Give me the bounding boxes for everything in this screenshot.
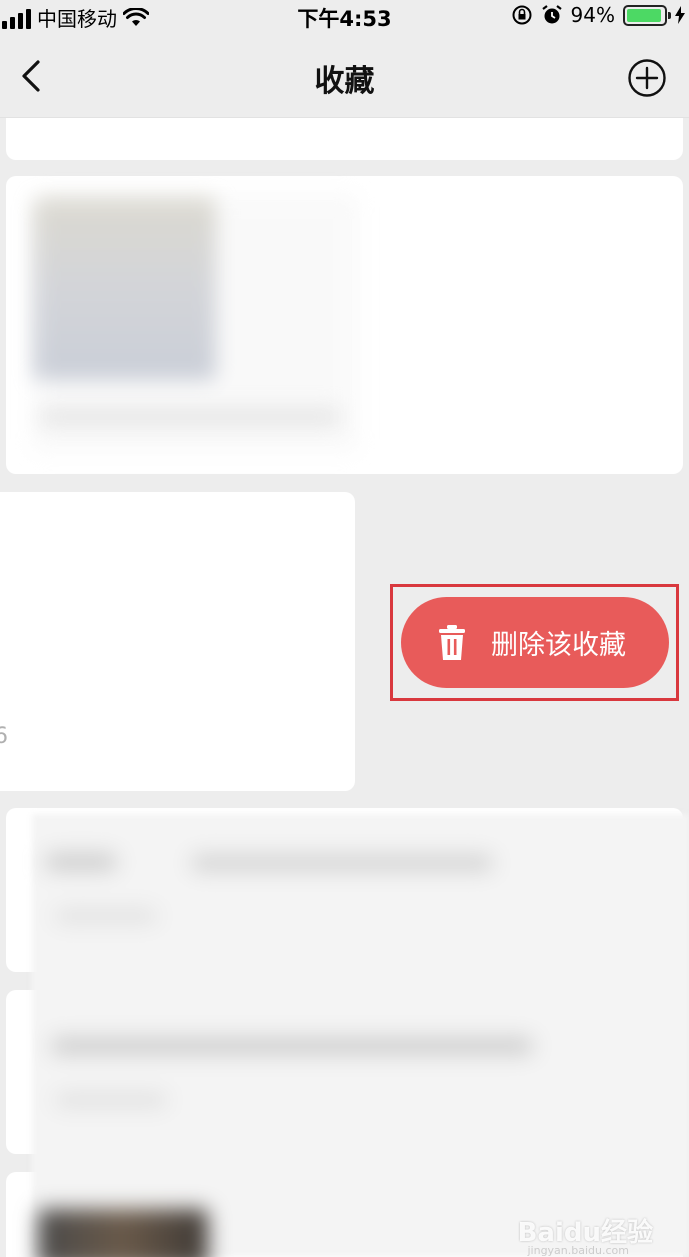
delete-favorite-button[interactable]: 删除该收藏: [401, 597, 669, 688]
blurred-image: [38, 1209, 208, 1257]
add-icon[interactable]: [627, 58, 667, 98]
favorite-card-2[interactable]: [6, 176, 683, 474]
battery-fill: [627, 8, 661, 22]
charging-icon: [675, 6, 685, 24]
alarm-icon: [541, 5, 562, 24]
battery-icon: [623, 4, 671, 26]
blurred-overlay: [32, 814, 689, 1257]
status-bar: 中国移动 下午4:53 94%: [0, 0, 689, 36]
favorite-card-1[interactable]: [6, 118, 683, 160]
rotation-lock-icon: [512, 5, 532, 25]
status-right: 94%: [511, 3, 685, 27]
blurred-text: [56, 1094, 166, 1106]
partial-text: 6: [0, 724, 8, 749]
blurred-text: [192, 856, 492, 870]
blurred-text: [52, 1038, 532, 1054]
delete-favorite-label: 删除该收藏: [491, 630, 626, 661]
watermark-url: jingyan.baidu.com: [527, 1244, 629, 1257]
blurred-text: [56, 910, 156, 922]
trash-icon: [439, 624, 465, 660]
blurred-text: [40, 410, 340, 424]
battery-percent: 94%: [570, 3, 615, 27]
blurred-text: [46, 854, 116, 870]
page-title: 收藏: [314, 64, 375, 99]
nav-bar: 收藏: [0, 36, 689, 118]
favorite-card-swiped[interactable]: 6: [0, 492, 355, 791]
